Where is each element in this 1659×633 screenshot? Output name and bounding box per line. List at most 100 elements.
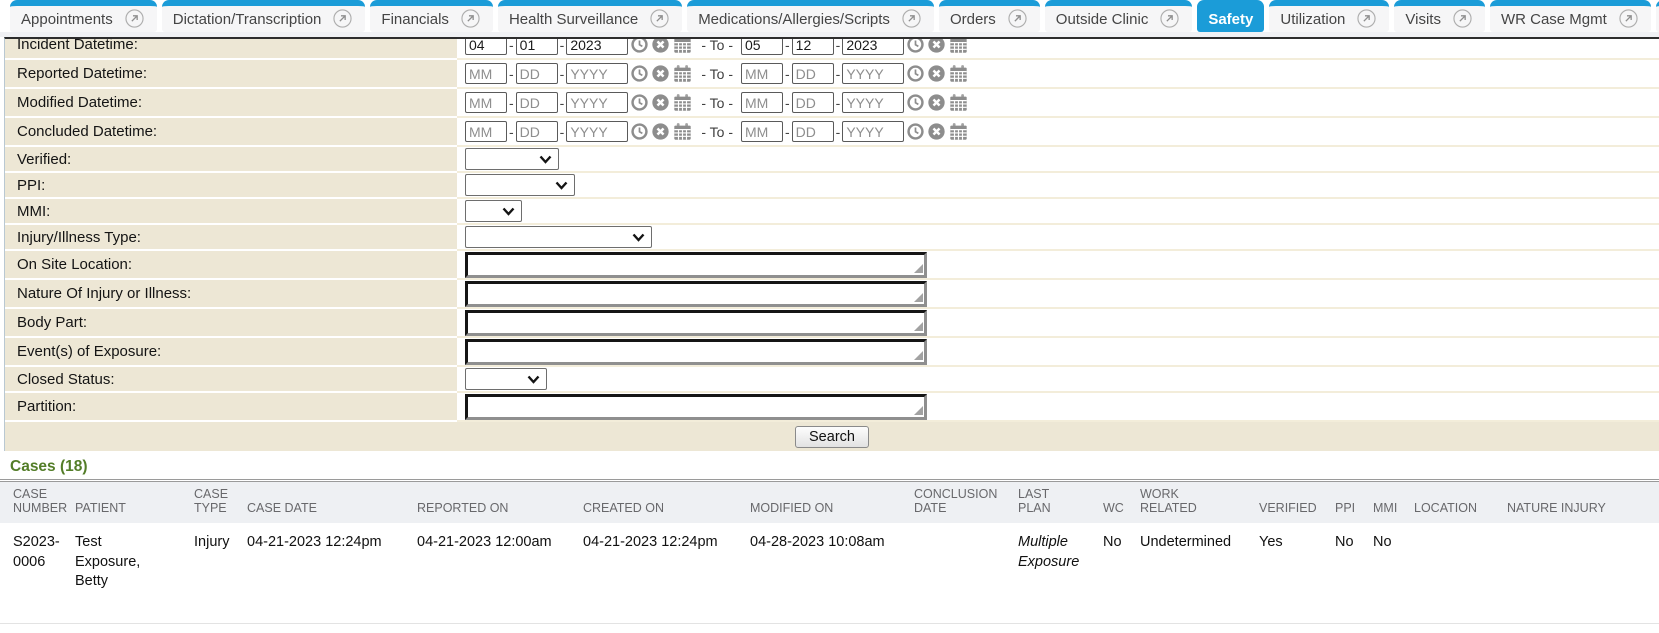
popout-icon[interactable] bbox=[1160, 9, 1181, 30]
incident-datetime-from-dd-input[interactable] bbox=[516, 39, 558, 55]
safety-case-search-page: AppointmentsDictation/TranscriptionFinan… bbox=[0, 0, 1659, 633]
form-label-events-of-exposure: Event(s) of Exposure: bbox=[5, 338, 457, 367]
body-part-input[interactable] bbox=[465, 310, 927, 336]
tab-utilization[interactable]: Utilization bbox=[1269, 0, 1389, 32]
clock-icon[interactable] bbox=[630, 64, 649, 83]
tab-outside-clinic[interactable]: Outside Clinic bbox=[1045, 0, 1193, 32]
clock-icon[interactable] bbox=[906, 122, 925, 141]
clear-date-icon[interactable] bbox=[927, 64, 946, 83]
form-row-concluded-datetime: Concluded Datetime:--- To --- bbox=[5, 118, 1659, 147]
concluded-datetime-from-mm-input[interactable] bbox=[465, 121, 507, 142]
calendar-icon[interactable] bbox=[948, 92, 969, 113]
clear-date-icon[interactable] bbox=[651, 93, 670, 112]
clear-date-icon[interactable] bbox=[651, 122, 670, 141]
reported-datetime-from-dd-input[interactable] bbox=[516, 63, 558, 84]
closed-status-select[interactable] bbox=[465, 368, 547, 390]
concluded-datetime-from-dd-input[interactable] bbox=[516, 121, 558, 142]
concluded-datetime-to-yyyy-input[interactable] bbox=[842, 121, 904, 142]
clear-date-icon[interactable] bbox=[651, 64, 670, 83]
incident-datetime-to-yyyy-input[interactable] bbox=[842, 39, 904, 55]
popout-icon[interactable] bbox=[125, 9, 146, 30]
popout-icon[interactable] bbox=[1008, 9, 1029, 30]
calendar-icon[interactable] bbox=[672, 121, 693, 142]
calendar-icon[interactable] bbox=[948, 121, 969, 142]
reported-datetime-from-yyyy-input[interactable] bbox=[566, 63, 628, 84]
form-row-mmi: MMI: bbox=[5, 199, 1659, 225]
popout-icon[interactable] bbox=[1453, 9, 1474, 30]
form-row-ppi: PPI: bbox=[5, 173, 1659, 199]
reported-datetime-from-mm-input[interactable] bbox=[465, 63, 507, 84]
tab-wr-case-mgmt[interactable]: WR Case Mgmt bbox=[1490, 0, 1651, 32]
clock-icon[interactable] bbox=[906, 39, 925, 54]
col-header-location: LOCATION bbox=[1414, 482, 1507, 523]
partition-input[interactable] bbox=[465, 394, 927, 420]
form-value-body-part bbox=[457, 309, 1659, 338]
range-to-separator: - To - bbox=[701, 124, 733, 140]
clock-icon[interactable] bbox=[630, 122, 649, 141]
calendar-icon[interactable] bbox=[948, 63, 969, 84]
incident-datetime-to-mm-input[interactable] bbox=[741, 39, 783, 55]
verified-select[interactable] bbox=[465, 148, 559, 170]
concluded-datetime-from-yyyy-input[interactable] bbox=[566, 121, 628, 142]
popout-icon[interactable] bbox=[1619, 9, 1640, 30]
clear-date-icon[interactable] bbox=[651, 39, 670, 54]
events-of-exposure-input[interactable] bbox=[465, 339, 927, 365]
reported-datetime-to-dd-input[interactable] bbox=[792, 63, 834, 84]
form-row-modified-datetime: Modified Datetime:--- To --- bbox=[5, 89, 1659, 118]
tab-visits[interactable]: Visits bbox=[1394, 0, 1485, 32]
clock-icon[interactable] bbox=[630, 39, 649, 54]
clock-icon[interactable] bbox=[630, 93, 649, 112]
tab-financials[interactable]: Financials bbox=[370, 0, 493, 32]
col-header-reported-on: REPORTED ON bbox=[417, 482, 583, 523]
popout-icon[interactable] bbox=[333, 9, 354, 30]
incident-datetime-to-dd-input[interactable] bbox=[792, 39, 834, 55]
cell-created-on: 04-21-2023 12:24pm bbox=[583, 523, 750, 623]
table-row[interactable]: S2023-0006Test Exposure, BettyInjury04-2… bbox=[0, 523, 1659, 623]
modified-datetime-from-dd-input[interactable] bbox=[516, 92, 558, 113]
tab-health-surveillance[interactable]: Health Surveillance bbox=[498, 0, 682, 32]
tab-medications-allergies-scripts[interactable]: Medications/Allergies/Scripts bbox=[687, 0, 934, 32]
clear-date-icon[interactable] bbox=[927, 122, 946, 141]
popout-icon[interactable] bbox=[1357, 9, 1378, 30]
mmi-select[interactable] bbox=[465, 200, 522, 222]
modified-datetime-from-yyyy-input[interactable] bbox=[566, 92, 628, 113]
reported-datetime-from-date: -- bbox=[465, 63, 693, 84]
tab-appointments[interactable]: Appointments bbox=[10, 0, 157, 32]
ppi-select[interactable] bbox=[465, 174, 575, 196]
reported-datetime-to-mm-input[interactable] bbox=[741, 63, 783, 84]
popout-icon[interactable] bbox=[902, 9, 923, 30]
nature-of-injury-input[interactable] bbox=[465, 281, 927, 307]
calendar-icon[interactable] bbox=[672, 92, 693, 113]
search-row: Search bbox=[5, 422, 1659, 451]
calendar-icon[interactable] bbox=[672, 63, 693, 84]
cell-location bbox=[1414, 523, 1507, 623]
concluded-datetime-to-mm-input[interactable] bbox=[741, 121, 783, 142]
calendar-icon[interactable] bbox=[948, 39, 969, 55]
tab-safety[interactable]: Safety bbox=[1197, 0, 1264, 32]
tab-dictation-transcription[interactable]: Dictation/Transcription bbox=[162, 0, 366, 32]
cell-modified-on: 04-28-2023 10:08am bbox=[750, 523, 914, 623]
form-row-body-part: Body Part: bbox=[5, 309, 1659, 338]
popout-icon[interactable] bbox=[461, 9, 482, 30]
clear-date-icon[interactable] bbox=[927, 93, 946, 112]
popout-icon[interactable] bbox=[650, 9, 671, 30]
cell-conclusion-date bbox=[914, 523, 1018, 623]
modified-datetime-to-mm-input[interactable] bbox=[741, 92, 783, 113]
incident-datetime-from-yyyy-input[interactable] bbox=[566, 39, 628, 55]
clock-icon[interactable] bbox=[906, 93, 925, 112]
form-label-ppi: PPI: bbox=[5, 173, 457, 199]
concluded-datetime-to-dd-input[interactable] bbox=[792, 121, 834, 142]
search-button[interactable]: Search bbox=[795, 426, 869, 448]
injury-illness-type-select[interactable] bbox=[465, 226, 652, 248]
modified-datetime-to-yyyy-input[interactable] bbox=[842, 92, 904, 113]
reported-datetime-to-yyyy-input[interactable] bbox=[842, 63, 904, 84]
calendar-icon[interactable] bbox=[672, 39, 693, 55]
tab-orders[interactable]: Orders bbox=[939, 0, 1040, 32]
modified-datetime-to-dd-input[interactable] bbox=[792, 92, 834, 113]
clock-icon[interactable] bbox=[906, 64, 925, 83]
clear-date-icon[interactable] bbox=[927, 39, 946, 54]
on-site-location-input[interactable] bbox=[465, 252, 927, 278]
modified-datetime-from-mm-input[interactable] bbox=[465, 92, 507, 113]
incident-datetime-from-mm-input[interactable] bbox=[465, 39, 507, 55]
form-value-incident-datetime: --- To --- bbox=[457, 39, 1659, 60]
